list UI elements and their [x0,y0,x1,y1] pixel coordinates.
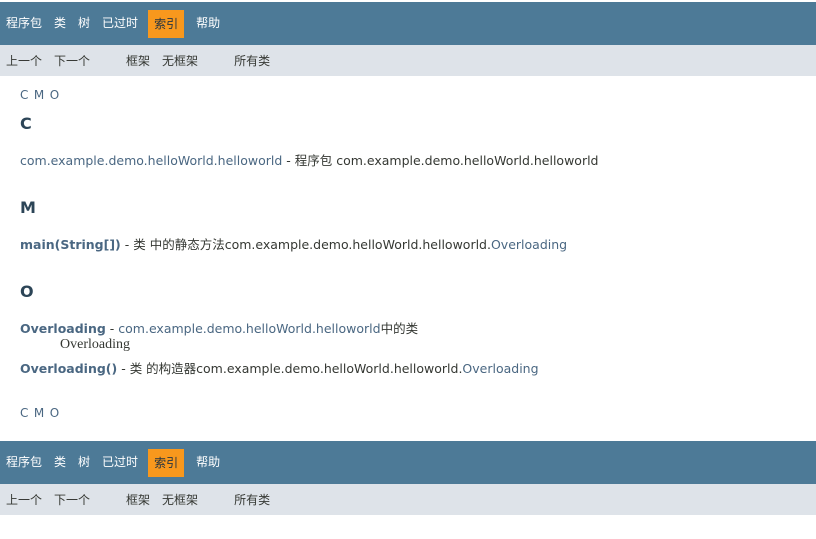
package-desc: - 程序包 com.example.demo.helloWorld.hellow… [282,153,599,168]
class-in-suffix: 中的类 [380,321,419,336]
letter-link-c[interactable]: C [20,88,29,102]
overloading-class-link-2[interactable]: Overloading [462,361,538,376]
nav-packages[interactable]: 程序包 [0,441,48,484]
nav-tree[interactable]: 树 [72,441,96,484]
next-link[interactable]: 下一个 [54,52,90,69]
package-link-2[interactable]: com.example.demo.helloWorld.helloworld [118,321,380,336]
index-entry-constructor: Overloading() - 类 的构造器com.example.demo.h… [20,358,539,377]
overloading-class-link[interactable]: Overloading [491,237,567,252]
nav-classes[interactable]: 类 [48,2,72,45]
entry-separator: - [105,321,119,336]
bottom-nav-bar: 程序包 类 树 已过时 索引 帮助 [0,441,816,484]
nav-tree[interactable]: 树 [72,2,96,45]
overloading-link[interactable]: Overloading [20,321,106,336]
nav-help[interactable]: 帮助 [190,441,226,484]
bottom-sub-nav-bar: 上一个 下一个 框架 无框架 所有类 [0,484,816,515]
letter-link-m[interactable]: M [34,406,45,420]
prev-link[interactable]: 上一个 [6,491,42,508]
nav-packages[interactable]: 程序包 [0,2,48,45]
index-entry-main: main(String[]) - 类 中的静态方法com.example.dem… [20,234,567,253]
index-entry-overloading-class: Overloading - com.example.demo.helloWorl… [20,318,418,337]
prev-link[interactable]: 上一个 [6,52,42,69]
constructor-link[interactable]: Overloading() [20,361,117,376]
nav-index[interactable]: 索引 [148,9,185,38]
section-heading-c: C [20,114,32,133]
nav-deprecated[interactable]: 已过时 [96,2,144,45]
section-heading-o: O [20,282,34,301]
all-classes-link[interactable]: 所有类 [234,491,270,508]
constructor-desc: - 类 的构造器com.example.demo.helloWorld.hell… [117,361,463,376]
all-classes-link[interactable]: 所有类 [234,52,270,69]
letter-link-o[interactable]: O [50,406,60,420]
letter-link-m[interactable]: M [34,88,45,102]
top-nav-bar: 程序包 类 树 已过时 索引 帮助 [0,2,816,45]
letter-link-o[interactable]: O [50,88,60,102]
nav-index[interactable]: 索引 [148,448,185,477]
overloading-class-description: Overloading [60,337,130,352]
main-method-link[interactable]: main(String[]) [20,237,121,252]
no-frames-link[interactable]: 无框架 [162,52,198,69]
package-link[interactable]: com.example.demo.helloWorld.helloworld [20,153,282,168]
sub-nav-bar: 上一个 下一个 框架 无框架 所有类 [0,45,816,76]
main-method-desc: - 类 中的静态方法com.example.demo.helloWorld.he… [120,237,491,252]
index-entry-package: com.example.demo.helloWorld.helloworld -… [20,150,599,169]
letter-index-bottom: CMO [20,406,65,420]
nav-deprecated[interactable]: 已过时 [96,441,144,484]
no-frames-link[interactable]: 无框架 [162,491,198,508]
frames-link[interactable]: 框架 [126,491,150,508]
section-heading-m: M [20,198,36,217]
frames-link[interactable]: 框架 [126,52,150,69]
letter-index-top: CMO [20,88,65,102]
nav-classes[interactable]: 类 [48,441,72,484]
next-link[interactable]: 下一个 [54,491,90,508]
letter-link-c[interactable]: C [20,406,29,420]
nav-help[interactable]: 帮助 [190,2,226,45]
